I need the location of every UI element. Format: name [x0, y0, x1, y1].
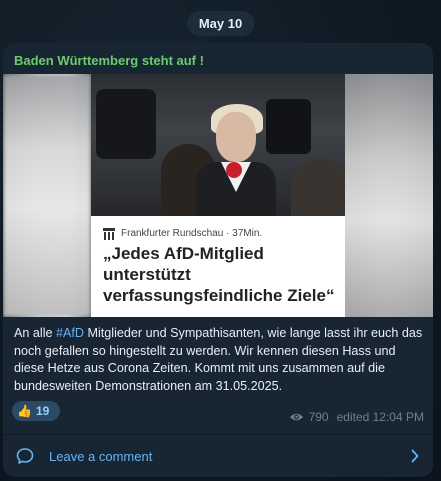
chevron-right-icon: [411, 449, 419, 463]
reaction-thumbs-up[interactable]: 👍 19: [12, 401, 60, 421]
comment-icon: [16, 448, 34, 464]
post-image[interactable]: Frankfurter Rundschau · 37Min. „Jedes Af…: [3, 74, 433, 317]
thumbs-up-emoji: 👍: [17, 404, 32, 418]
news-headline: „Jedes AfD-Mitglied unterstützt verfassu…: [103, 244, 335, 305]
newspaper-logo-icon: [103, 227, 115, 240]
reaction-count: 19: [35, 404, 50, 418]
channel-message: Baden Württemberg steht auf ! Frankfurte…: [3, 43, 433, 477]
news-source: Frankfurter Rundschau · 37Min.: [103, 227, 263, 240]
camera-shape: [266, 99, 311, 154]
channel-name[interactable]: Baden Württemberg steht auf !: [14, 53, 204, 68]
news-card: Frankfurter Rundschau · 37Min. „Jedes Af…: [91, 216, 345, 317]
text-part: An alle: [14, 326, 57, 340]
hashtag-link[interactable]: #AfD: [56, 326, 84, 340]
view-count: 790: [308, 410, 329, 424]
message-text: An alle #AfD Mitglieder und Sympathisant…: [14, 325, 426, 395]
leave-comment-button[interactable]: Leave a comment: [3, 435, 433, 477]
speaker-head: [216, 112, 256, 162]
date-pill: May 10: [186, 11, 255, 36]
news-source-label: Frankfurter Rundschau · 37Min.: [121, 227, 263, 239]
message-meta: 790 edited 12:04 PM: [289, 410, 424, 424]
camera-shape: [96, 89, 156, 159]
microphone: [226, 162, 242, 178]
eye-icon: [289, 413, 303, 421]
photo-figure: [291, 159, 345, 216]
edited-time: edited 12:04 PM: [336, 410, 424, 424]
press-photo: [91, 74, 345, 216]
image-blur-left: [3, 74, 91, 317]
image-blur-right: [345, 74, 433, 317]
leave-comment-label: Leave a comment: [49, 448, 153, 464]
